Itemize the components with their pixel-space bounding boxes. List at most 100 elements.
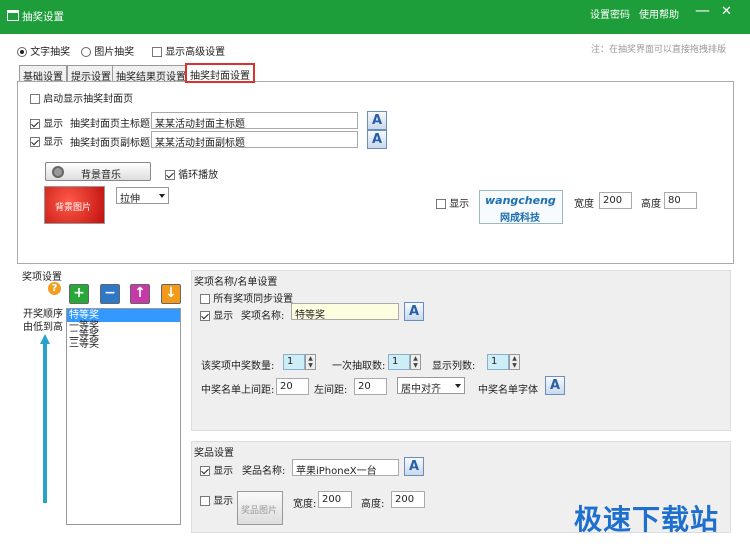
sync-all-label: 所有奖项同步设置 — [213, 294, 294, 305]
win-count-input[interactable]: 1 — [283, 354, 305, 370]
show-label: 显示 — [43, 119, 64, 130]
per-draw-input[interactable]: 1 — [388, 354, 410, 370]
add-prize-button[interactable]: + — [69, 284, 89, 304]
top-margin-label: 中奖名单上间距: — [201, 385, 275, 396]
show-label: 显示 — [213, 311, 234, 322]
chevron-down-icon — [159, 194, 165, 198]
logo-height-label: 高度 — [641, 199, 661, 210]
music-icon — [52, 166, 64, 178]
list-font-label: 中奖名单字体 — [478, 385, 538, 396]
background-image-thumbnail[interactable]: 背景图片 — [44, 186, 105, 224]
win-count-label: 该奖项中奖数量: — [201, 361, 275, 372]
remove-prize-button[interactable]: − — [100, 284, 120, 304]
list-settings-title: 奖项名称/名单设置 — [194, 277, 278, 288]
prize-name-font-button[interactable]: A — [404, 302, 424, 321]
logo-image[interactable]: wangcheng 网成科技 — [479, 190, 563, 224]
close-button[interactable]: ✕ — [721, 5, 732, 19]
advanced-settings-checkbox[interactable]: 显示高级设置 — [152, 43, 225, 58]
award-width-input[interactable]: 200 — [318, 491, 352, 508]
show-sub-title-checkbox[interactable]: 显示 — [30, 133, 63, 148]
award-name-font-button[interactable]: A — [404, 457, 424, 476]
minimize-button[interactable]: — — [695, 3, 710, 18]
per-draw-label: 一次抽取数: — [332, 361, 386, 372]
draw-order-label: 开奖顺序由低到高 — [23, 309, 63, 333]
logo-width-label: 宽度 — [574, 199, 594, 210]
award-height-label: 高度: — [361, 499, 385, 510]
loop-play-checkbox[interactable]: 循环播放 — [165, 166, 218, 181]
image-lottery-label: 图片抽奖 — [94, 47, 135, 58]
main-title-label: 抽奖封面页主标题 — [70, 119, 150, 130]
stretch-value: 拉伸 — [120, 194, 140, 205]
left-margin-input[interactable]: 20 — [354, 378, 387, 395]
drag-tip: 注：在抽奖界面可以直接拖拽排版 — [591, 45, 727, 55]
show-award-name-checkbox[interactable]: 显示 — [200, 462, 233, 477]
award-image-button[interactable]: 奖品图片 — [237, 491, 283, 525]
enable-cover-label: 启动显示抽奖封面页 — [43, 94, 134, 105]
move-down-button[interactable]: ↓ — [161, 284, 181, 304]
checkbox-box — [30, 94, 40, 104]
prize-settings-title: 奖项设置 — [22, 272, 62, 283]
image-lottery-radio[interactable]: 图片抽奖 — [81, 43, 134, 58]
list-item[interactable]: 三等奖 — [67, 340, 180, 350]
checkbox-box — [200, 496, 210, 506]
title-bar: 抽奖设置 设置密码 使用帮助 — ✕ — [0, 0, 750, 34]
text-lottery-radio[interactable]: 文字抽奖 — [17, 43, 70, 58]
show-prize-name-checkbox[interactable]: 显示 — [200, 307, 233, 322]
list-font-button[interactable]: A — [545, 376, 565, 395]
checkbox-box — [436, 199, 446, 209]
tab-cover[interactable]: 抽奖封面设置 — [185, 63, 255, 83]
order-arrow-shaft — [43, 343, 47, 503]
background-music-label: 背景音乐 — [81, 170, 121, 181]
help-icon[interactable]: ? — [48, 282, 61, 295]
per-draw-spinner[interactable]: ▲ ▼ — [410, 354, 421, 370]
stretch-dropdown[interactable]: 拉伸 — [116, 187, 169, 205]
checkbox-box — [30, 119, 40, 129]
show-award-image-checkbox[interactable]: 显示 — [200, 492, 233, 507]
logo-show-checkbox[interactable]: 显示 — [436, 195, 469, 210]
checkbox-box — [152, 47, 162, 57]
main-title-font-button[interactable]: A — [367, 111, 387, 130]
win-count-spinner[interactable]: ▲ ▼ — [305, 354, 316, 370]
prize-name-input[interactable]: 特等奖 — [291, 303, 399, 320]
text-lottery-label: 文字抽奖 — [30, 47, 71, 58]
loop-play-label: 循环播放 — [178, 170, 219, 181]
logo-height-input[interactable]: 80 — [664, 192, 697, 209]
logo-text-top: wangcheng — [485, 194, 556, 207]
tab-prompt[interactable]: 提示设置 — [67, 65, 115, 83]
advanced-settings-label: 显示高级设置 — [165, 47, 226, 58]
main-title-input[interactable]: 某某活动封面主标题 — [151, 112, 358, 129]
move-up-button[interactable]: ↑ — [130, 284, 150, 304]
columns-spinner[interactable]: ▲ ▼ — [509, 354, 520, 370]
columns-input[interactable]: 1 — [487, 354, 509, 370]
set-password-link[interactable]: 设置密码 — [590, 6, 630, 21]
radio-indicator — [17, 47, 27, 57]
logo-text-bottom: 网成科技 — [500, 213, 540, 224]
alignment-dropdown[interactable]: 居中对齐 — [397, 377, 465, 395]
checkbox-box — [165, 170, 175, 180]
radio-indicator — [81, 47, 91, 57]
alignment-value: 居中对齐 — [401, 384, 441, 395]
tab-basic[interactable]: 基础设置 — [19, 65, 67, 83]
tab-result-page[interactable]: 抽奖结果页设置 — [112, 65, 190, 83]
award-image-label: 奖品图片 — [241, 506, 278, 516]
help-link[interactable]: 使用帮助 — [639, 6, 679, 21]
background-music-button[interactable]: 背景音乐 — [45, 162, 151, 181]
prize-list[interactable]: 特等奖 一等奖 二等奖 三等奖 — [66, 308, 181, 525]
checkbox-box — [200, 294, 210, 304]
window-title: 抽奖设置 — [22, 11, 64, 23]
sync-all-checkbox[interactable]: 所有奖项同步设置 — [200, 290, 293, 305]
award-name-input[interactable]: 苹果iPhoneX一台 — [292, 459, 399, 476]
sub-title-input[interactable]: 某某活动封面副标题 — [151, 131, 358, 148]
enable-cover-checkbox[interactable]: 启动显示抽奖封面页 — [30, 90, 133, 105]
top-margin-input[interactable]: 20 — [276, 378, 309, 395]
sub-title-font-button[interactable]: A — [367, 130, 387, 149]
chevron-down-icon — [455, 384, 461, 388]
award-width-label: 宽度: — [293, 499, 317, 510]
show-label: 显示 — [43, 137, 64, 148]
checkbox-box — [200, 311, 210, 321]
show-main-title-checkbox[interactable]: 显示 — [30, 115, 63, 130]
award-name-label: 奖品名称: — [242, 466, 286, 477]
logo-show-label: 显示 — [449, 199, 470, 210]
award-height-input[interactable]: 200 — [391, 491, 425, 508]
logo-width-input[interactable]: 200 — [599, 192, 632, 209]
